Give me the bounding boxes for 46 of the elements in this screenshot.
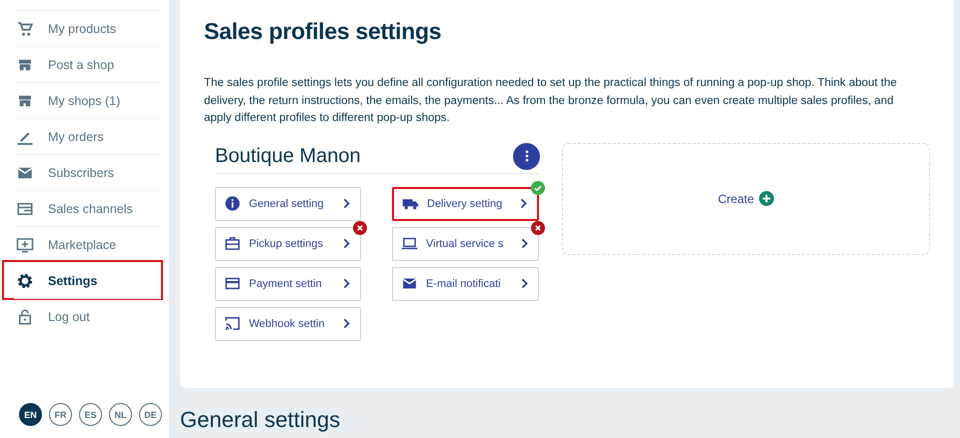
language-button[interactable]: ES [79,403,102,426]
settings-button[interactable]: Pickup settings [215,226,361,260]
language-button[interactable]: EN [19,403,42,426]
chevron-right-icon [521,238,528,249]
section-heading: General settings [180,407,342,433]
create-label: Create [718,192,754,206]
briefcase-icon [224,235,241,252]
page-title: Sales profiles settings [204,18,442,45]
nav-item[interactable]: My shops (1) [14,82,161,118]
more-icon [524,149,530,163]
chevron-right-icon [343,238,350,249]
nav-item[interactable]: Settings [4,262,161,298]
settings-button[interactable]: Delivery setting [392,186,539,220]
chevron-right-icon [343,198,350,209]
cart-icon [16,20,34,38]
chevron-right-icon [520,198,527,209]
more-options-button[interactable] [513,142,540,170]
info-icon [224,195,241,212]
nav-item[interactable]: Subscribers [14,154,161,190]
chevron-right-icon [343,278,350,289]
settings-button[interactable]: Payment settin [215,266,361,300]
laptop-icon [401,235,418,252]
nav-item[interactable]: Sales channels [14,190,161,226]
chevron-right-icon [521,278,528,289]
monitor-plus-icon [16,236,34,254]
chevron-right-icon [343,318,350,329]
language-button[interactable]: FR [49,403,72,426]
settings-button[interactable]: Webhook settin [215,306,361,340]
settings-button[interactable]: General setting [215,186,361,220]
nav-item[interactable]: My orders [14,118,161,154]
nav-item[interactable]: Post a shop [14,46,161,82]
credit-card-icon [224,275,241,292]
language-button[interactable]: NL [109,403,132,426]
lock-icon [16,308,34,326]
description: The sales profile settings lets you define all configuration needed to set up the practical things of running a pop-up shop. Think about the delivery, the return instructions, the emails, the payments... As from the bronze formula, you can even create multiple sales profiles, and apply different profiles to different pop-up shops. [204,76,898,126]
nav-item[interactable]: Marketplace [14,226,161,262]
settings-icon [16,272,34,290]
nav-item[interactable]: My products [14,10,161,46]
settings-button[interactable]: E-mail notificati [392,266,539,300]
create-profile-area[interactable]: Create [562,142,930,254]
language-button[interactable]: DE [139,403,162,426]
nav-item[interactable]: Log out [14,298,161,334]
plus-icon [759,191,774,206]
cast-icon [224,315,241,332]
settings-button[interactable]: Virtual service s [392,226,539,260]
profile-name: Boutique Manon [215,144,361,168]
